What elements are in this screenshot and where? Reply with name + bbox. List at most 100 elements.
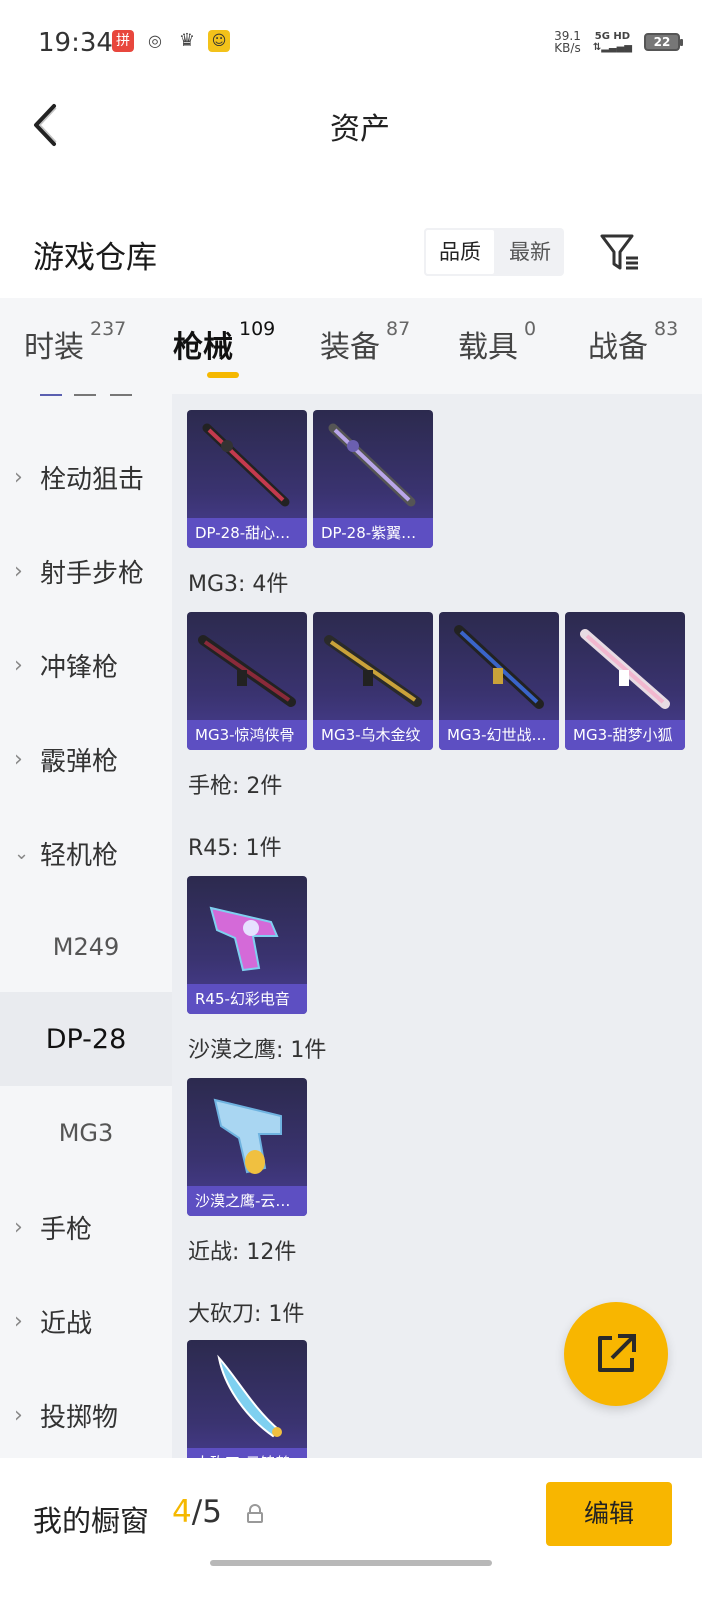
machine-gun-icon: [198, 635, 296, 707]
dp28-grid: DP-28-甜心… DP-28-紫翼…: [187, 410, 433, 548]
showcase-label: 我的橱窗: [33, 1504, 150, 1538]
tab-label: 枪械: [173, 330, 233, 365]
signal-label: 5G HD: [594, 31, 631, 42]
weapon-card-label: 大砍刀-云锦鹤: [187, 1448, 307, 1458]
chevron-right-icon: ›: [14, 1214, 23, 1240]
signal-indicator: 5G HD ⇅▂▃▄▅: [593, 31, 632, 53]
weapon-card[interactable]: DP-28-紫翼…: [313, 410, 433, 548]
tab-count: 237: [90, 318, 127, 340]
sidebar-item-label: 近战: [40, 1308, 93, 1339]
sort-newest-button[interactable]: 最新: [496, 228, 564, 276]
network-speed: 39.1 KB/s: [554, 30, 581, 54]
sidebar-item-label: MG3: [58, 1119, 114, 1147]
home-indicator[interactable]: [210, 1560, 492, 1566]
sidebar-item-lmg[interactable]: ⌄ 轻机枪: [0, 806, 172, 900]
sidebar-subitem-m249[interactable]: M249: [0, 900, 172, 994]
tab-equipment[interactable]: 装备 87: [320, 318, 410, 366]
share-fab-button[interactable]: [564, 1302, 668, 1406]
sidebar-item-melee[interactable]: › 近战: [0, 1274, 172, 1368]
rifle-icon: [202, 423, 290, 507]
r45-grid: R45-幻彩电音: [187, 876, 307, 1014]
tab-count: 83: [654, 318, 679, 340]
rifle-icon: [328, 423, 416, 507]
weapon-card-label: R45-幻彩电音: [187, 984, 307, 1014]
sidebar-item-label: 栓动狙击: [40, 464, 145, 495]
sort-quality-button[interactable]: 品质: [424, 228, 496, 276]
showcase-count: 4/5: [172, 1494, 222, 1530]
sidebar-item-bolt-sniper[interactable]: › 栓动狙击: [0, 430, 172, 524]
sidebar-item-throwables[interactable]: › 投掷物: [0, 1368, 172, 1458]
sidebar-item-label: M249: [52, 933, 120, 961]
scrolled-item-fragment: [40, 394, 132, 396]
group-label-desert-eagle: 沙漠之鹰: 1件: [188, 1038, 327, 1063]
tab-gear[interactable]: 战备 83: [588, 318, 678, 366]
machine-gun-icon: [324, 635, 422, 707]
chevron-right-icon: ›: [14, 464, 23, 490]
weapon-card[interactable]: MG3-甜梦小狐: [565, 612, 685, 750]
tab-vehicles[interactable]: 载具 0: [458, 318, 536, 366]
weapon-card[interactable]: R45-幻彩电音: [187, 876, 307, 1014]
tab-label: 战备: [588, 330, 648, 365]
sidebar-subitem-dp28[interactable]: DP-28: [0, 992, 172, 1086]
machete-icon: [217, 1354, 282, 1438]
weapon-type-sidebar: › 栓动狙击 › 射手步枪 › 冲锋枪 › 霰弹枪 ⌄ 轻机枪 M249 DP-28 MG…: [0, 394, 172, 1458]
tab-weapons[interactable]: 枪械 109: [173, 318, 275, 366]
filter-icon: [600, 234, 638, 270]
machine-gun-icon: [454, 625, 544, 709]
weapon-grid-panel: DP-28-甜心… DP-28-紫翼… MG3: 4件 MG3-惊鸿侠骨 MG3…: [172, 394, 702, 1458]
tab-label: 载具: [458, 330, 518, 365]
weapon-card[interactable]: 大砍刀-云锦鹤: [187, 1340, 307, 1458]
network-speed-unit: KB/s: [554, 41, 581, 55]
desert-eagle-grid: 沙漠之鹰-云…: [187, 1078, 307, 1216]
top-bar: 资产: [0, 90, 720, 160]
sidebar-item-label: 射手步枪: [40, 558, 145, 589]
group-label-r45: R45: 1件: [188, 836, 282, 861]
sidebar-item-label: DP-28: [45, 1023, 127, 1055]
sidebar-item-shotgun[interactable]: › 霰弹枪: [0, 712, 172, 806]
weapon-card-label: MG3-乌木金纹: [313, 720, 433, 750]
status-notification-icons: 拼 ◎ ♛ ☺: [112, 30, 230, 52]
weapon-card[interactable]: DP-28-甜心…: [187, 410, 307, 548]
weapon-card[interactable]: MG3-惊鸿侠骨: [187, 612, 307, 750]
status-bar: 19:34 拼 ◎ ♛ ☺ 39.1 KB/s 5G HD ⇅▂▃▄▅ 22: [0, 0, 720, 90]
sidebar-subitem-mg3[interactable]: MG3: [0, 1086, 172, 1180]
sidebar-item-pistol[interactable]: › 手枪: [0, 1180, 172, 1274]
group-label-melee: 近战: 12件: [188, 1240, 297, 1265]
tab-fashion[interactable]: 时装 237: [24, 318, 126, 366]
tab-count: 87: [386, 318, 411, 340]
tab-label: 装备: [320, 330, 380, 365]
edit-button[interactable]: 编辑: [546, 1482, 672, 1546]
chevron-right-icon: ›: [14, 558, 23, 584]
chevron-right-icon: ›: [14, 746, 23, 772]
weapon-card[interactable]: MG3-乌木金纹: [313, 612, 433, 750]
status-time: 19:34: [38, 28, 113, 58]
sidebar-item-label: 轻机枪: [40, 840, 119, 871]
lock-icon: [247, 1504, 263, 1523]
mg3-grid: MG3-惊鸿侠骨 MG3-乌木金纹 MG3-幻世战… MG3-甜梦小狐: [187, 612, 685, 750]
filter-button[interactable]: [598, 230, 642, 274]
signal-bars-icon: ⇅▂▃▄▅: [592, 42, 632, 53]
showcase-count-total: 5: [202, 1494, 222, 1530]
showcase-count-separator: /: [191, 1494, 203, 1530]
weapon-card-label: 沙漠之鹰-云…: [187, 1186, 307, 1216]
weapon-card[interactable]: 沙漠之鹰-云…: [187, 1078, 307, 1216]
sidebar-item-marksman-rifle[interactable]: › 射手步枪: [0, 524, 172, 618]
tab-label: 时装: [24, 330, 84, 365]
battery-icon: 22: [644, 33, 683, 51]
app-notification-icon: ☺: [208, 30, 230, 52]
machine-gun-icon: [580, 629, 670, 709]
sidebar-item-smg[interactable]: › 冲锋枪: [0, 618, 172, 712]
weapon-card-label: DP-28-甜心…: [187, 518, 307, 548]
weapon-card[interactable]: MG3-幻世战…: [439, 612, 559, 750]
app-notification-icon: 拼: [112, 30, 134, 52]
weapon-card-label: MG3-惊鸿侠骨: [187, 720, 307, 750]
crown-icon: ♛: [176, 30, 198, 52]
sidebar-item-label: 手枪: [40, 1214, 93, 1245]
sidebar-item-label: 冲锋枪: [40, 652, 119, 683]
chevron-down-icon: ⌄: [14, 842, 30, 864]
sort-toggle: 品质 最新: [424, 228, 564, 276]
active-tab-indicator: [207, 372, 239, 378]
showcase-bar: 我的橱窗 4/5 编辑: [0, 1458, 720, 1608]
weapon-card-label: MG3-幻世战…: [439, 720, 559, 750]
tab-count: 0: [524, 318, 537, 340]
